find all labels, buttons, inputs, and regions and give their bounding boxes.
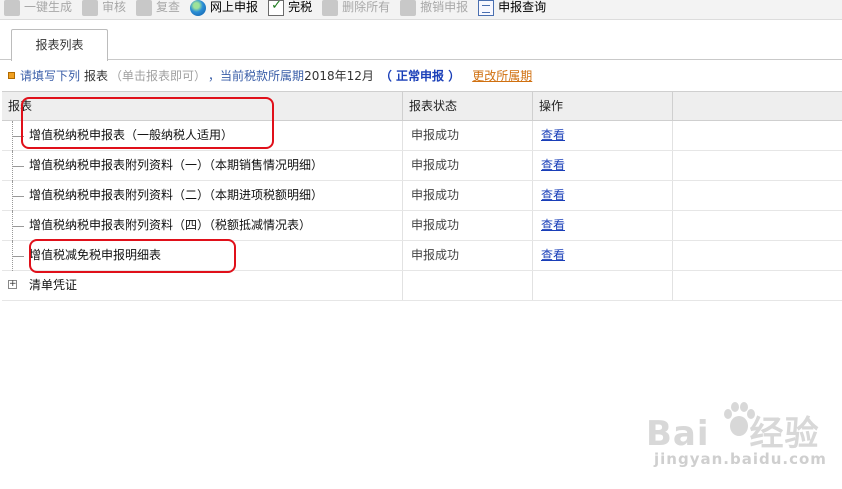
recheck-icon: [136, 0, 153, 16]
status-cell: 申报成功: [403, 211, 533, 240]
header-action: 操作: [533, 92, 673, 120]
report-cell: 增值税纳税申报表附列资料（一）（本期销售情况明细）: [2, 151, 403, 181]
report-cell: 增值税纳税申报表附列资料（四）（税额抵减情况表）: [2, 211, 403, 241]
arrow-bullet-icon: [8, 71, 15, 79]
view-link[interactable]: 查看: [541, 158, 565, 172]
tree-branch: [12, 256, 24, 257]
highlight-box: [21, 97, 274, 149]
report-name[interactable]: 增值税纳税申报表附列资料（四）（税额抵减情况表）: [29, 211, 311, 240]
blank-cell: [673, 181, 842, 210]
tax-paid-check-icon: [268, 0, 285, 16]
blank-cell: [673, 211, 842, 240]
globe-icon: [190, 0, 207, 16]
tree-branch: [12, 226, 24, 227]
generate-icon: [4, 0, 20, 16]
table-row[interactable]: 增值税纳税申报表附列资料（四）（税额抵减情况表） 申报成功 查看: [2, 211, 842, 241]
tree-branch: [12, 196, 24, 197]
status-cell: 申报成功: [403, 151, 533, 180]
audit-label: 审核: [102, 0, 127, 14]
blank-cell: [673, 151, 842, 180]
header-status: 报表状态: [403, 92, 533, 120]
group-name[interactable]: 清单凭证: [29, 271, 77, 300]
generate-label: 一键生成: [24, 0, 73, 14]
audit-button[interactable]: 审核: [78, 0, 132, 20]
undo-declare-button[interactable]: 撤销申报: [396, 0, 474, 20]
table-row-group[interactable]: 清单凭证: [2, 271, 842, 301]
report-name[interactable]: 增值税纳税申报表附列资料（二）（本期进项税额明细）: [29, 181, 323, 210]
watermark-sub: jingyan.baidu.com: [654, 450, 827, 468]
view-link[interactable]: 查看: [541, 218, 565, 232]
tab-bar: 报表列表: [0, 20, 842, 61]
group-cell: 清单凭证: [2, 271, 403, 300]
generate-button[interactable]: 一键生成: [0, 0, 78, 20]
tax-paid-button[interactable]: 完税: [264, 0, 318, 20]
tab-report-list[interactable]: 报表列表: [11, 29, 108, 61]
view-link[interactable]: 查看: [541, 128, 565, 142]
view-link[interactable]: 查看: [541, 248, 565, 262]
undo-declare-icon: [400, 0, 417, 16]
action-cell: [533, 271, 673, 300]
blank-cell: [673, 241, 842, 270]
info-report-word: 报表: [84, 68, 109, 83]
watermark-main-text: Bai: [646, 414, 710, 454]
view-link[interactable]: 查看: [541, 188, 565, 202]
online-declare-button[interactable]: 网上申报: [186, 0, 264, 20]
action-cell: 查看: [533, 151, 673, 180]
paw-icon: [724, 402, 755, 436]
header-blank: [673, 92, 842, 120]
status-cell: 申报成功: [403, 181, 533, 210]
delete-all-icon: [322, 0, 339, 16]
action-cell: 查看: [533, 121, 673, 150]
tree-branch: [12, 166, 24, 167]
blank-cell: [673, 271, 842, 300]
delete-all-label: 删除所有: [342, 0, 391, 14]
action-cell: 查看: [533, 211, 673, 240]
baidu-watermark: Bai 经验 jingyan.baidu.com: [640, 398, 840, 478]
table-row[interactable]: 增值税纳税申报表附列资料（二）（本期进项税额明细） 申报成功 查看: [2, 181, 842, 211]
audit-icon: [82, 0, 99, 16]
declare-query-button[interactable]: 申报查询: [474, 0, 552, 20]
declare-query-doc-icon: [478, 0, 495, 16]
tax-paid-label: 完税: [288, 0, 313, 14]
expand-plus-icon[interactable]: [8, 280, 17, 289]
recheck-label: 复查: [156, 0, 181, 14]
info-period-value: 2018年12月: [304, 68, 374, 83]
highlight-box: [29, 239, 236, 273]
action-cell: 查看: [533, 181, 673, 210]
online-declare-label: 网上申报: [210, 0, 259, 14]
watermark-main-text-2: 经验: [749, 414, 820, 454]
info-hint: （单击报表即可）: [110, 68, 207, 83]
toolbar: 一键生成 审核 复查 网上申报 完税 删除所有 撤销申报 申报查询: [0, 0, 842, 20]
status-cell: [403, 271, 533, 300]
info-line: 请填写下列 报表 （单击报表即可） ，当前税款所属期 2018年12月 （ 正常…: [8, 66, 532, 84]
status-cell: 申报成功: [403, 121, 533, 150]
info-prefix: 请填写下列: [20, 68, 81, 83]
change-period-link[interactable]: 更改所属期: [472, 67, 532, 84]
blank-cell: [673, 121, 842, 150]
table-row[interactable]: 增值税纳税申报表附列资料（一）（本期销售情况明细） 申报成功 查看: [2, 151, 842, 181]
delete-all-button[interactable]: 删除所有: [318, 0, 396, 20]
status-cell: 申报成功: [403, 241, 533, 270]
declare-status: （ 正常申报 ）: [379, 68, 461, 83]
declare-query-label: 申报查询: [498, 0, 547, 14]
undo-declare-label: 撤销申报: [420, 0, 469, 14]
report-cell: 增值税纳税申报表附列资料（二）（本期进项税额明细）: [2, 181, 403, 211]
recheck-button[interactable]: 复查: [132, 0, 186, 20]
info-period-text: ，当前税款所属期: [208, 68, 305, 83]
report-name[interactable]: 增值税纳税申报表附列资料（一）（本期销售情况明细）: [29, 151, 323, 180]
action-cell: 查看: [533, 241, 673, 270]
